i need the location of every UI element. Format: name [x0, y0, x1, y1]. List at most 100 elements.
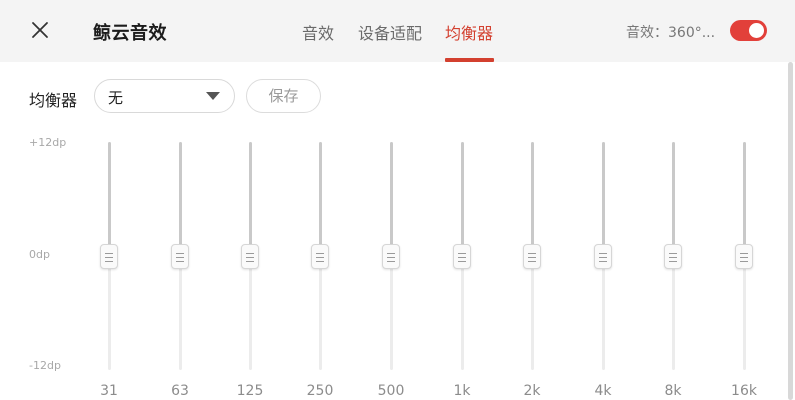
preset-value: 无: [108, 89, 124, 107]
grip-line: [105, 253, 113, 254]
grip-line: [528, 253, 536, 254]
preset-dropdown[interactable]: 无: [94, 79, 235, 113]
grip-line: [105, 261, 113, 262]
freq-label: 16k: [731, 383, 757, 399]
eq-slider-250[interactable]: [308, 140, 332, 372]
freq-label: 8k: [664, 383, 682, 399]
slider-track-upper: [248, 142, 252, 256]
db-mid-label: 0dp: [29, 248, 50, 261]
slider-track-upper: [601, 142, 605, 256]
grip-line: [246, 261, 254, 262]
eq-slider-63[interactable]: [168, 140, 192, 372]
slider-track-lower: [601, 256, 605, 370]
grip-line: [528, 261, 536, 262]
freq-label: 2k: [523, 383, 541, 399]
slider-track-upper: [460, 142, 464, 256]
slider-track-lower: [530, 256, 534, 370]
grip-line: [387, 257, 395, 258]
slider-track-lower: [460, 256, 464, 370]
grip-line: [599, 257, 607, 258]
grip-line: [176, 257, 184, 258]
grip-line: [246, 257, 254, 258]
slider-thumb[interactable]: [594, 244, 612, 269]
grip-line: [458, 261, 466, 262]
slider-track-upper: [742, 142, 746, 256]
slider-track-lower: [389, 256, 393, 370]
eq-slider-8k[interactable]: [661, 140, 685, 372]
freq-label: 250: [306, 383, 334, 399]
grip-line: [669, 257, 677, 258]
slider-track-upper: [389, 142, 393, 256]
scrollbar[interactable]: [788, 62, 793, 400]
slider-thumb[interactable]: [664, 244, 682, 269]
eq-slider-1k[interactable]: [450, 140, 474, 372]
grip-line: [528, 257, 536, 258]
close-icon: [32, 22, 48, 38]
current-effect-label: 音效：360°...: [626, 25, 716, 41]
slider-track-upper: [178, 142, 182, 256]
slider-track-lower: [107, 256, 111, 370]
slider-track-upper: [671, 142, 675, 256]
slider-thumb[interactable]: [241, 244, 259, 269]
preset-label: 均衡器: [29, 91, 78, 110]
toggle-knob: [749, 23, 764, 38]
slider-thumb[interactable]: [453, 244, 471, 269]
eq-slider-16k[interactable]: [732, 140, 756, 372]
grip-line: [176, 261, 184, 262]
chevron-down-icon: [206, 92, 220, 100]
slider-track-lower: [742, 256, 746, 370]
eq-slider-31[interactable]: [97, 140, 121, 372]
freq-label: 125: [236, 383, 264, 399]
freq-label: 500: [377, 383, 405, 399]
app-title: 鲸云音效: [93, 23, 167, 44]
freq-label: 4k: [594, 383, 612, 399]
eq-slider-4k[interactable]: [591, 140, 615, 372]
freq-label: 63: [171, 383, 189, 399]
db-min-label: -12dp: [29, 359, 61, 372]
slider-thumb[interactable]: [311, 244, 329, 269]
grip-line: [246, 253, 254, 254]
grip-line: [740, 257, 748, 258]
grip-line: [599, 261, 607, 262]
grip-line: [740, 253, 748, 254]
save-button[interactable]: 保存: [246, 79, 321, 113]
tab-sound-effects[interactable]: 音效: [302, 20, 334, 44]
top-bar: 鲸云音效 音效 设备适配 均衡器 音效：360°...: [0, 0, 795, 62]
grip-line: [387, 261, 395, 262]
slider-track-upper: [318, 142, 322, 256]
slider-thumb[interactable]: [100, 244, 118, 269]
grip-line: [669, 261, 677, 262]
grip-line: [599, 253, 607, 254]
slider-thumb[interactable]: [523, 244, 541, 269]
active-tab-indicator: [445, 58, 494, 62]
grip-line: [458, 257, 466, 258]
slider-track-lower: [671, 256, 675, 370]
effect-toggle[interactable]: [730, 20, 767, 41]
grip-line: [105, 257, 113, 258]
slider-track-lower: [318, 256, 322, 370]
grip-line: [316, 261, 324, 262]
slider-thumb[interactable]: [382, 244, 400, 269]
freq-label: 31: [100, 383, 118, 399]
grip-line: [316, 253, 324, 254]
slider-thumb[interactable]: [735, 244, 753, 269]
grip-line: [316, 257, 324, 258]
grip-line: [387, 253, 395, 254]
slider-track-upper: [530, 142, 534, 256]
slider-track-lower: [178, 256, 182, 370]
eq-slider-125[interactable]: [238, 140, 262, 372]
slider-thumb[interactable]: [171, 244, 189, 269]
close-button[interactable]: [28, 18, 52, 42]
eq-slider-500[interactable]: [379, 140, 403, 372]
grip-line: [458, 253, 466, 254]
slider-track-upper: [107, 142, 111, 256]
tab-equalizer[interactable]: 均衡器: [445, 20, 493, 44]
db-max-label: +12dp: [29, 136, 67, 149]
grip-line: [740, 261, 748, 262]
grip-line: [669, 253, 677, 254]
grip-line: [176, 253, 184, 254]
tab-device-adaptation[interactable]: 设备适配: [358, 20, 422, 44]
freq-label: 1k: [453, 383, 471, 399]
eq-slider-2k[interactable]: [520, 140, 544, 372]
slider-track-lower: [248, 256, 252, 370]
